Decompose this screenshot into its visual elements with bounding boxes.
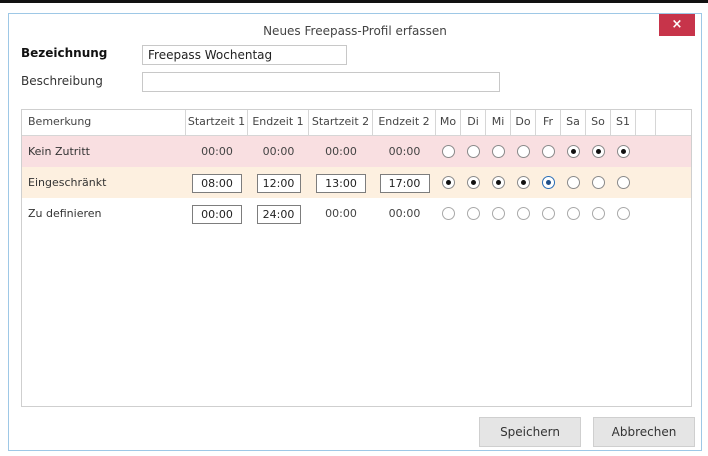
cancel-button[interactable]: Abbrechen: [593, 417, 695, 447]
time-cell: 08:00: [186, 167, 248, 198]
column-header-sa: Sa: [561, 110, 586, 135]
time-cell: 00:00: [186, 198, 248, 229]
time-cell: 13:00: [309, 167, 373, 198]
day-radio-di[interactable]: [467, 207, 480, 220]
day-radio-s1[interactable]: [617, 176, 630, 189]
save-button[interactable]: Speichern: [479, 417, 581, 447]
time-profile-table: Bemerkung Startzeit 1 Endzeit 1 Startzeit 2…: [21, 109, 692, 407]
time-cell: 12:00: [248, 167, 309, 198]
column-header-startzeit-1: Startzeit 1: [186, 110, 248, 135]
day-radio-s1[interactable]: [617, 207, 630, 220]
dialog-title: Neues Freepass-Profil erfassen: [263, 24, 447, 38]
column-header-s1: S1: [611, 110, 636, 135]
time-cell: 24:00: [248, 198, 309, 229]
time-value-end2: 00:00: [388, 207, 421, 220]
day-radio-so[interactable]: [592, 145, 605, 158]
day-radio-di[interactable]: [467, 176, 480, 189]
day-radio-do[interactable]: [517, 145, 530, 158]
day-radio-fr[interactable]: [542, 145, 555, 158]
table-row: Kein Zutritt 00:00 00:00 00:00 00:00: [22, 136, 691, 167]
column-header-fr: Fr: [536, 110, 561, 135]
dialog-window: Neues Freepass-Profil erfassen × Bezeich…: [8, 13, 702, 451]
day-radio-do[interactable]: [517, 176, 530, 189]
row-label: Zu definieren: [28, 207, 102, 220]
time-input-start2[interactable]: 13:00: [316, 173, 366, 193]
day-radio-fr[interactable]: [542, 176, 555, 189]
close-button[interactable]: ×: [659, 14, 695, 36]
time-value-end2: 00:00: [388, 145, 421, 158]
time-value-start2: 00:00: [325, 207, 357, 220]
time-input-end2[interactable]: 17:00: [379, 173, 430, 193]
time-cell: 17:00: [373, 167, 436, 198]
column-header-do: Do: [511, 110, 536, 135]
column-header-bemerkung: Bemerkung: [22, 110, 186, 135]
column-header-di: Di: [461, 110, 486, 135]
row-label: Eingeschränkt: [28, 176, 107, 189]
time-input-start1[interactable]: 00:00: [192, 204, 242, 224]
row-label: Kein Zutritt: [28, 145, 90, 158]
day-radio-so[interactable]: [592, 207, 605, 220]
day-radio-s1[interactable]: [617, 145, 630, 158]
day-radio-fr[interactable]: [542, 207, 555, 220]
beschreibung-field[interactable]: [142, 72, 500, 92]
day-radio-mo[interactable]: [442, 176, 455, 189]
day-radio-di[interactable]: [467, 145, 480, 158]
day-radio-sa[interactable]: [567, 176, 580, 189]
column-header-so: So: [586, 110, 611, 135]
day-radio-mo[interactable]: [442, 145, 455, 158]
time-value-start2: 00:00: [325, 145, 357, 158]
time-value-end1: 00:00: [262, 145, 295, 158]
column-header-spacer: [636, 110, 656, 135]
table-header: Bemerkung Startzeit 1 Endzeit 1 Startzeit 2…: [22, 110, 691, 136]
day-radio-sa[interactable]: [567, 145, 580, 158]
day-radio-so[interactable]: [592, 176, 605, 189]
time-input-start1[interactable]: 08:00: [192, 173, 242, 193]
bezeichnung-field[interactable]: [142, 45, 347, 65]
day-radio-mi[interactable]: [492, 207, 505, 220]
column-header-mo: Mo: [436, 110, 461, 135]
time-input-end1[interactable]: 12:00: [256, 173, 301, 193]
table-row: Eingeschränkt 08:00 12:00 13:00 17:00: [22, 167, 691, 198]
bezeichnung-label: Bezeichnung: [21, 46, 108, 60]
day-radio-mi[interactable]: [492, 176, 505, 189]
day-radio-mo[interactable]: [442, 207, 455, 220]
beschreibung-label: Beschreibung: [21, 74, 103, 88]
top-border: [0, 0, 708, 3]
time-input-end1[interactable]: 24:00: [256, 204, 301, 224]
close-icon: ×: [671, 17, 683, 32]
column-header-endzeit-2: Endzeit 2: [373, 110, 436, 135]
column-header-endzeit-1: Endzeit 1: [248, 110, 309, 135]
table-row: Zu definieren 00:00 24:00 00:00 00:00: [22, 198, 691, 229]
time-value-start1: 00:00: [201, 145, 233, 158]
day-radio-mi[interactable]: [492, 145, 505, 158]
column-header-startzeit-2: Startzeit 2: [309, 110, 373, 135]
day-radio-sa[interactable]: [567, 207, 580, 220]
day-radio-do[interactable]: [517, 207, 530, 220]
column-header-mi: Mi: [486, 110, 511, 135]
